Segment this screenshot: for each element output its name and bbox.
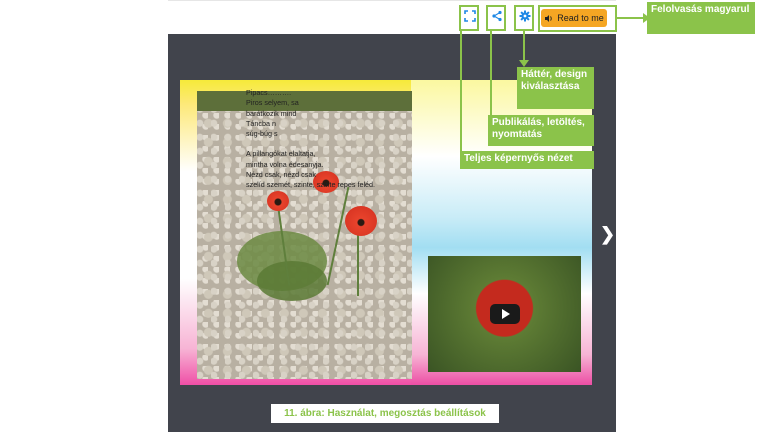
poem-text: Pipacs………. Piros selyem, sa barátkozik m… [246, 88, 416, 191]
connector-line [523, 31, 525, 61]
poem-line: barátkozik mind [246, 108, 297, 118]
arrow-head [519, 60, 529, 67]
embedded-video[interactable] [428, 256, 581, 372]
highlight-read-to-me [538, 5, 617, 32]
poem-line: mintha volna édesanyja. [246, 159, 324, 169]
poem-line: Pipacs………. [246, 88, 292, 97]
callout-read-aloud: Felolvasás magyarul [647, 2, 755, 34]
poem-line: A pillangókat elaltatja, [246, 149, 316, 159]
connector-line [490, 31, 492, 115]
photo-stem [326, 186, 350, 286]
poem-line: szelíd szemét, szinte, szinte repes felé… [246, 180, 376, 190]
callout-publish: Publikálás, letöltés, nyomtatás [488, 115, 594, 146]
highlight-settings [514, 5, 534, 31]
poem-line: Piros selyem, sa [246, 98, 299, 108]
poem-line: Táncba n [246, 118, 276, 128]
stanza-gap [246, 139, 416, 149]
photo-foliage [257, 261, 327, 301]
callout-fullscreen: Teljes képernyős nézet [460, 151, 594, 169]
poppy-flower [345, 206, 377, 236]
highlight-share [486, 5, 506, 31]
connector-line [460, 31, 462, 151]
highlight-fullscreen [459, 5, 479, 31]
chevron-right-icon[interactable]: ❯ [600, 224, 615, 244]
figure-caption: 11. ábra: Használat, megosztás beállítás… [271, 404, 499, 423]
poem-line: Nézd csak, nézd csak [246, 170, 316, 180]
play-icon[interactable] [490, 304, 520, 324]
callout-background-design: Háttér, design kiválasztása [517, 67, 594, 109]
poppy-flower [267, 191, 289, 211]
poem-line: súg-búg s [246, 129, 278, 139]
